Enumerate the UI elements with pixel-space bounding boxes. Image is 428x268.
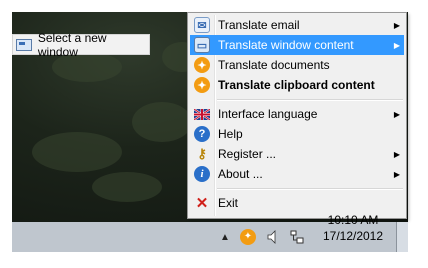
menu-item-label: Translate window content: [218, 38, 354, 52]
submenu-arrow-icon: ▶: [393, 20, 401, 30]
menu-item-label: Exit: [218, 196, 239, 210]
network-button[interactable]: [290, 222, 304, 252]
menu-item-interface-language[interactable]: Interface language ▶: [190, 104, 404, 124]
help-icon: ?: [194, 126, 210, 142]
show-desktop-button[interactable]: [396, 222, 408, 252]
menu-item-label: Interface language: [218, 107, 318, 121]
submenu-arrow-icon: ▶: [393, 169, 401, 179]
foliage: [32, 132, 122, 172]
menu-item-label: Translate email: [218, 18, 300, 32]
menu-item-translate-email[interactable]: ✉ Translate email ▶: [190, 15, 404, 35]
keys-icon: ⚷: [197, 146, 207, 161]
menu-item-translate-documents[interactable]: ✦ Translate documents: [190, 55, 404, 75]
taskbar-clock[interactable]: 10:10 AM 17/12/2012: [318, 212, 388, 244]
tray-context-menu: ✉ Translate email ▶ ▭ Translate window c…: [187, 12, 407, 219]
menu-item-translate-window-content[interactable]: ▭ Translate window content ▶: [190, 35, 404, 55]
menu-item-exit[interactable]: ✕ Exit: [190, 193, 404, 213]
window-icon: ▭: [194, 37, 210, 53]
foliage: [92, 172, 162, 202]
chevron-up-icon: ▲: [220, 231, 230, 243]
volume-button[interactable]: [267, 222, 279, 252]
clock-time: 10:10 AM: [327, 213, 379, 227]
menu-item-label: Translate clipboard content: [218, 78, 375, 92]
speaker-icon: [267, 230, 276, 244]
menu-item-about[interactable]: i About ... ▶: [190, 164, 404, 184]
documents-icon: ✦: [194, 57, 210, 73]
submenu-arrow-icon: ▶: [393, 40, 401, 50]
tray-app-icon[interactable]: ✦: [240, 222, 256, 252]
clipboard-icon: ✦: [194, 77, 210, 93]
submenu-arrow-icon: ▶: [393, 109, 401, 119]
info-icon: i: [194, 166, 210, 182]
menu-separator: [217, 99, 403, 101]
menu-item-translate-clipboard[interactable]: ✦ Translate clipboard content: [190, 75, 404, 95]
select-new-window-label: Select a new window: [37, 31, 107, 59]
window-select-icon: [16, 39, 32, 51]
email-icon: ✉: [194, 17, 210, 33]
network-icon: [290, 230, 304, 244]
foliage: [132, 102, 192, 142]
show-hidden-icons-button[interactable]: ▲: [220, 222, 230, 252]
clock-date: 17/12/2012: [322, 229, 384, 243]
window-content-submenu: Select a new window: [12, 31, 150, 59]
menu-item-label: Register ...: [218, 147, 277, 161]
menu-item-label: Translate documents: [218, 58, 330, 72]
select-new-window-item[interactable]: Select a new window: [13, 31, 149, 59]
menu-item-label: About ...: [218, 167, 263, 181]
submenu-arrow-icon: ▶: [393, 149, 401, 159]
menu-item-label: Help: [218, 127, 243, 141]
menu-item-help[interactable]: ? Help: [190, 124, 404, 144]
translator-app-icon: ✦: [240, 229, 256, 245]
uk-flag-icon: [194, 108, 210, 120]
exit-x-icon: ✕: [195, 195, 209, 212]
menu-item-register[interactable]: ⚷ Register ... ▶: [190, 144, 404, 164]
menu-separator: [217, 188, 403, 190]
